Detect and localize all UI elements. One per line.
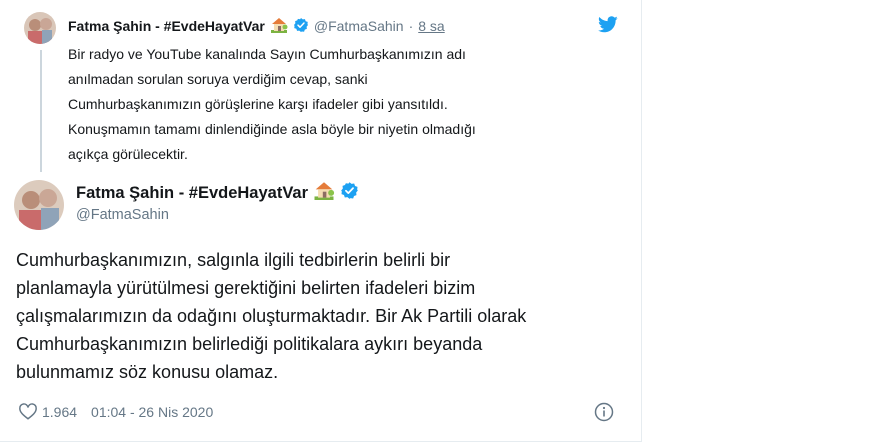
twitter-bird-icon[interactable] xyxy=(598,16,618,38)
main-text-line: çalışmalarımızın da odağını oluşturmakta… xyxy=(16,306,527,326)
main-tweet-text: Cumhurbaşkanımızın, salgınla ilgili tedb… xyxy=(16,246,616,386)
main-text-line: Cumhurbaşkanımızın belirlediği politikal… xyxy=(16,334,483,354)
quoted-tweet-text: Bir radyo ve YouTube kanalında Sayın Cum… xyxy=(68,42,588,167)
thread-connector-line xyxy=(40,50,42,172)
quoted-text-line: Konuşmamın tamamı dinlendiğinde asla böy… xyxy=(68,121,476,137)
tweet-timestamp-link[interactable]: 01:04 - 26 Nis 2020 xyxy=(91,404,213,420)
main-text-line: planlamayla yürütülmesi gerektiğini beli… xyxy=(16,278,476,298)
quoted-timestamp-link[interactable]: 8 sa xyxy=(418,18,444,34)
verified-badge-icon xyxy=(293,17,309,36)
tweet-footer: 1.964 01:04 - 26 Nis 2020 xyxy=(18,401,213,423)
tweet-embed-card: Fatma Şahin - #EvdeHayatVar @FatmaSahin … xyxy=(0,0,642,442)
avatar-main[interactable] xyxy=(14,180,64,230)
quoted-text-line: Cumhurbaşkanımızın görüşlerine karşı ifa… xyxy=(68,96,448,112)
quoted-text-line: Bir radyo ve YouTube kanalında Sayın Cum… xyxy=(68,46,466,62)
main-display-name[interactable]: Fatma Şahin - #EvdeHayatVar xyxy=(76,184,308,203)
quoted-text-line: açıkça görülecektir. xyxy=(68,146,188,162)
avatar-quoted[interactable] xyxy=(24,12,56,44)
quoted-tweet-header: Fatma Şahin - #EvdeHayatVar @FatmaSahin … xyxy=(68,16,445,36)
verified-badge-icon xyxy=(340,181,359,205)
heart-icon[interactable] xyxy=(18,402,38,423)
main-text-line: Cumhurbaşkanımızın, salgınla ilgili tedb… xyxy=(16,250,451,270)
info-icon[interactable] xyxy=(594,402,614,427)
house-with-garden-emoji-icon xyxy=(313,181,335,205)
main-tweet-header: Fatma Şahin - #EvdeHayatVar @FatmaSahin xyxy=(76,181,359,223)
house-with-garden-emoji-icon xyxy=(270,17,288,36)
main-text-line: bulunmamız söz konusu olamaz. xyxy=(16,362,279,382)
quoted-text-line: anılmadan sorulan soruya verdiğim cevap,… xyxy=(68,71,368,87)
like-count[interactable]: 1.964 xyxy=(42,404,77,420)
quoted-handle[interactable]: @FatmaSahin xyxy=(314,18,404,34)
separator-dot: · xyxy=(408,18,414,34)
quoted-display-name[interactable]: Fatma Şahin - #EvdeHayatVar xyxy=(68,18,265,34)
main-handle[interactable]: @FatmaSahin xyxy=(76,207,359,223)
